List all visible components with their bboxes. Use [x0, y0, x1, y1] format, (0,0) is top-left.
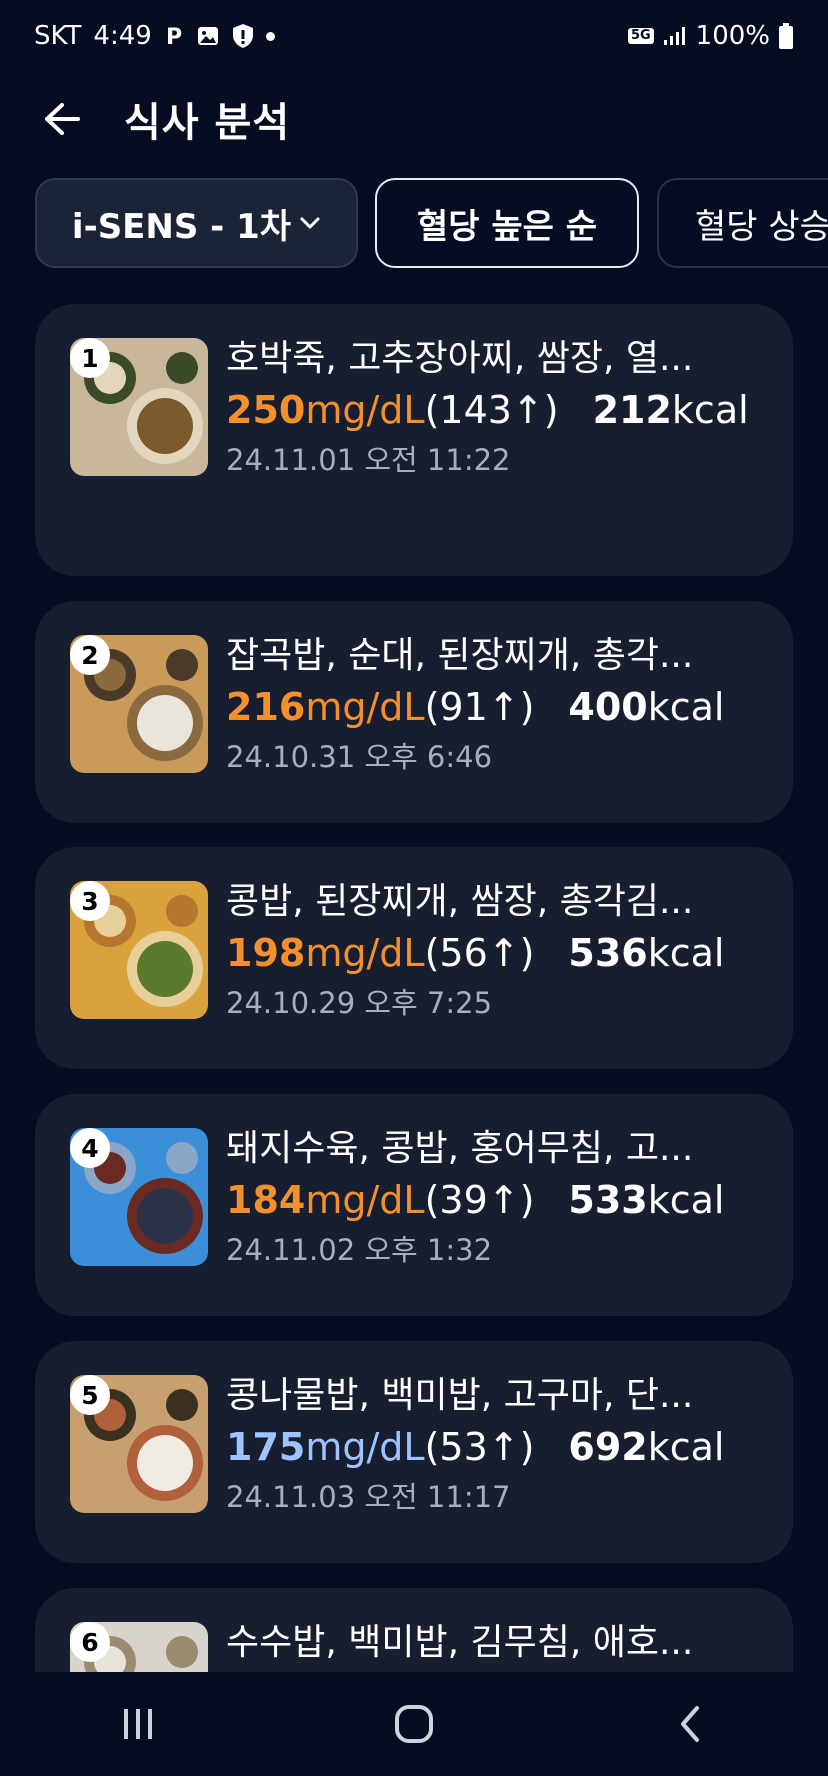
calorie-value: 212: [592, 388, 672, 432]
calorie-value: 533: [568, 1178, 648, 1222]
meal-datetime: 24.10.29 오후 7:25: [226, 986, 493, 1020]
meal-metrics: 198mg/dL(56↑) 536kcal: [226, 925, 756, 981]
rank-badge: 4: [70, 1128, 110, 1168]
meal-card[interactable]: 1 호박죽, 고추장아찌, 쌈장, 열... 250mg/dL(143↑) 212kc…: [35, 304, 793, 576]
meal-food-names: 호박죽, 고추장아찌, 쌈장, 열...: [226, 338, 694, 379]
chevron-down-icon: [299, 216, 321, 230]
meal-info: 콩밥, 된장찌개, 쌈장, 총각김... 198mg/dL(56↑) 536kcal…: [226, 879, 756, 1025]
meal-info: 돼지수육, 콩밥, 홍어무침, 고... 184mg/dL(39↑) 533kcal…: [226, 1126, 756, 1272]
meal-food-names: 잡곡밥, 순대, 된장찌개, 총각...: [226, 635, 694, 676]
calorie-value: 400: [568, 685, 648, 729]
calorie-value: 536: [568, 931, 648, 975]
glucose-rise: (53↑): [424, 1425, 535, 1469]
meal-card[interactable]: 6 수수밥, 백미밥, 김무침, 애호...: [35, 1588, 793, 1672]
meal-food-names: 콩나물밥, 백미밥, 고구마, 단...: [226, 1375, 694, 1416]
back-icon: [681, 1706, 699, 1742]
glucose-unit: mg/dL: [305, 1178, 425, 1222]
app-bar: 식사 분석: [0, 82, 828, 156]
meal-info: 호박죽, 고추장아찌, 쌈장, 열... 250mg/dL(143↑) 212kca…: [226, 336, 756, 482]
page-title: 식사 분석: [124, 100, 291, 146]
status-bar: SKT 4:49 P 5G 100%: [0, 0, 828, 72]
arrow-left-icon: [45, 103, 80, 135]
glucose-rise: (56↑): [424, 931, 535, 975]
battery-percent: 100%: [695, 21, 770, 51]
meal-metrics: 216mg/dL(91↑) 400kcal: [226, 679, 756, 735]
glucose-unit: mg/dL: [305, 1425, 425, 1469]
meal-datetime: 24.10.31 오후 6:46: [226, 740, 493, 774]
rank-badge: 6: [70, 1622, 110, 1662]
meal-datetime: 24.11.03 오전 11:17: [226, 1480, 511, 1514]
status-right: 5G 100%: [627, 21, 794, 51]
signal-icon: [662, 25, 688, 47]
svg-text:P: P: [166, 25, 182, 48]
glucose-unit: mg/dL: [305, 388, 425, 432]
glucose-value: 175: [226, 1425, 306, 1469]
home-button[interactable]: [374, 1684, 454, 1764]
calorie-unit: kcal: [647, 685, 725, 729]
carrier-label: SKT: [34, 21, 82, 51]
glucose-value: 184: [226, 1178, 306, 1222]
dot-icon: [265, 31, 275, 41]
glucose-value: 216: [226, 685, 306, 729]
calorie-unit: kcal: [647, 1178, 725, 1222]
rank-badge: 2: [70, 635, 110, 675]
meal-metrics: 184mg/dL(39↑) 533kcal: [226, 1172, 756, 1228]
calorie-value: 692: [568, 1425, 648, 1469]
meal-info: 잡곡밥, 순대, 된장찌개, 총각... 216mg/dL(91↑) 400kcal…: [226, 633, 756, 779]
meal-list: 1 호박죽, 고추장아찌, 쌈장, 열... 250mg/dL(143↑) 212kc…: [35, 304, 793, 1672]
sort-glucose-high-chip[interactable]: 혈당 높은 순: [375, 178, 639, 268]
meal-datetime: 24.11.01 오전 11:22: [226, 443, 511, 477]
glucose-unit: mg/dL: [305, 931, 425, 975]
sort-glucose-rise-label: 혈당 상승: [695, 206, 828, 247]
meal-metrics: 175mg/dL(53↑) 692kcal: [226, 1419, 756, 1475]
back-arrow-button[interactable]: [40, 97, 84, 141]
meal-food-names: 콩밥, 된장찌개, 쌈장, 총각김...: [226, 881, 694, 922]
calorie-unit: kcal: [647, 1425, 725, 1469]
filter-bar: i-SENS - 1차 혈당 높은 순 혈당 상승: [0, 178, 828, 270]
battery-icon: [778, 22, 794, 50]
meal-info: 수수밥, 백미밥, 김무침, 애호...: [226, 1620, 756, 1666]
meal-food-names: 수수밥, 백미밥, 김무침, 애호...: [226, 1622, 694, 1663]
recents-icon: [124, 1709, 152, 1739]
status-time: 4:49: [93, 21, 152, 51]
glucose-value: 198: [226, 931, 306, 975]
glucose-rise: (39↑): [424, 1178, 535, 1222]
status-left: SKT 4:49 P: [34, 21, 275, 51]
meal-food-names: 돼지수육, 콩밥, 홍어무침, 고...: [226, 1128, 694, 1169]
device-select-label: i-SENS - 1차: [71, 206, 292, 247]
glucose-unit: mg/dL: [305, 685, 425, 729]
calorie-unit: kcal: [647, 931, 725, 975]
gallery-icon: [196, 24, 220, 48]
meal-info: 콩나물밥, 백미밥, 고구마, 단... 175mg/dL(53↑) 692kcal…: [226, 1373, 756, 1519]
meal-card[interactable]: 2 잡곡밥, 순대, 된장찌개, 총각... 216mg/dL(91↑) 400kca…: [35, 601, 793, 823]
glucose-value: 250: [226, 388, 306, 432]
recents-button[interactable]: [98, 1684, 178, 1764]
glucose-rise: (91↑): [424, 685, 535, 729]
home-icon: [395, 1705, 433, 1743]
rank-badge: 3: [70, 881, 110, 921]
device-select[interactable]: i-SENS - 1차: [35, 178, 358, 268]
meal-card[interactable]: 3 콩밥, 된장찌개, 쌈장, 총각김... 198mg/dL(56↑) 536kca…: [35, 847, 793, 1069]
meal-card[interactable]: 4 돼지수육, 콩밥, 홍어무침, 고... 184mg/dL(39↑) 533kca…: [35, 1094, 793, 1316]
shield-icon: [232, 23, 254, 49]
glucose-rise: (143↑): [424, 388, 559, 432]
sort-glucose-rise-chip[interactable]: 혈당 상승: [657, 178, 828, 268]
parking-icon: P: [164, 24, 184, 48]
rank-badge: 5: [70, 1375, 110, 1415]
meal-metrics: 250mg/dL(143↑) 212kcal: [226, 382, 756, 438]
rank-badge: 1: [70, 338, 110, 378]
calorie-unit: kcal: [671, 388, 749, 432]
network-5g-icon: 5G: [627, 28, 654, 44]
nav-back-button[interactable]: [650, 1684, 730, 1764]
sort-glucose-high-label: 혈당 높은 순: [416, 206, 598, 247]
meal-card[interactable]: 5 콩나물밥, 백미밥, 고구마, 단... 175mg/dL(53↑) 692kca…: [35, 1341, 793, 1563]
meal-datetime: 24.11.02 오후 1:32: [226, 1233, 493, 1267]
system-nav-bar: [0, 1672, 828, 1776]
